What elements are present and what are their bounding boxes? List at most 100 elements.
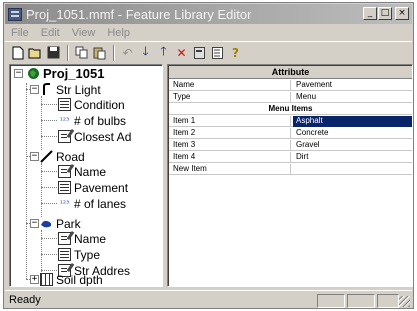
menu-edit[interactable]: Edit — [41, 27, 60, 39]
grid-cell-label: Name — [171, 80, 291, 91]
menu-help[interactable]: Help — [107, 27, 130, 39]
grid-cell-label: New Item — [171, 164, 291, 175]
collapse-feature-icon[interactable]: − — [30, 152, 39, 161]
tree-connector — [41, 120, 57, 121]
delete-icon[interactable]: ✕ — [173, 44, 190, 61]
maximize-icon[interactable]: □ — [378, 7, 392, 20]
tree-feature-park[interactable]: Park — [40, 216, 81, 231]
window-controls: _ □ × — [363, 7, 409, 20]
tree-attribute-label: # of lanes — [74, 196, 127, 211]
grid-cell-value[interactable]: Menu — [293, 92, 412, 103]
menu-file[interactable]: File — [11, 27, 29, 39]
arrow-down-icon[interactable]: 🡓 — [137, 44, 154, 61]
tree-connector — [41, 136, 57, 137]
title-bar[interactable]: Proj_1051.mmf - Feature Library Editor _… — [5, 4, 412, 24]
toolbar-separator — [67, 44, 69, 61]
menu-attribute-icon — [58, 248, 71, 261]
grid-cell-value[interactable]: Pavement — [293, 80, 412, 91]
grid-cell-value[interactable]: Dirt — [293, 152, 412, 163]
status-text: Ready — [9, 293, 41, 306]
menu-view[interactable]: View — [72, 27, 96, 39]
status-panel — [377, 294, 399, 308]
tree-attribute-label: Closest Ad — [74, 129, 132, 144]
grid-cell-value[interactable]: Gravel — [293, 140, 412, 151]
close-icon[interactable]: × — [395, 7, 409, 20]
grid-row-type[interactable]: Type Menu — [169, 92, 412, 103]
menu-bar: File Edit View Help — [5, 25, 412, 41]
tree-attribute-label: Type — [74, 247, 101, 262]
copy-icon[interactable] — [73, 44, 90, 61]
new-file-icon[interactable] — [9, 44, 26, 61]
tree-connector — [41, 254, 57, 255]
tree-connector — [26, 83, 27, 279]
grid-row-item-4[interactable]: Item 4 Dirt — [169, 152, 412, 163]
tree-attribute-pavement[interactable]: Pavement — [58, 180, 128, 195]
print-icon[interactable] — [209, 44, 226, 61]
properties-icon[interactable] — [191, 44, 208, 61]
grid-feature-icon — [40, 273, 53, 286]
grid-cell-label: Item 4 — [171, 152, 291, 163]
grid-header: Attribute — [169, 66, 412, 79]
line-feature-icon — [40, 150, 53, 163]
grid-cell-label: Type — [171, 92, 291, 103]
tree-feature-road[interactable]: Road — [40, 149, 85, 164]
tree-attribute-num-lanes[interactable]: ¹²³ # of lanes — [58, 196, 126, 211]
arrow-up-icon[interactable]: 🡑 — [155, 44, 172, 61]
grid-cell-label: Item 1 — [171, 116, 291, 127]
tree-attribute-park-name[interactable]: Name — [58, 231, 106, 246]
attribute-grid[interactable]: Attribute Name Pavement Type Menu Menu I… — [167, 64, 413, 287]
expand-feature-icon[interactable]: + — [30, 275, 39, 284]
menu-attribute-icon — [58, 98, 71, 111]
grid-row-item-2[interactable]: Item 2 Concrete — [169, 128, 412, 139]
tree-feature-str-light[interactable]: Str Light — [40, 82, 101, 97]
status-panel — [317, 294, 345, 308]
tree-attribute-label: Pavement — [74, 180, 129, 195]
tree-feature-label: Park — [56, 216, 81, 231]
tree-attribute-num-bulbs[interactable]: ¹²³ # of bulbs — [58, 113, 126, 128]
feature-tree[interactable]: − Proj_1051 − Str Light Condition ¹²³ # … — [9, 64, 163, 287]
paste-icon[interactable] — [91, 44, 108, 61]
save-icon[interactable] — [45, 44, 62, 61]
status-panel — [347, 294, 375, 308]
toolbar-separator — [113, 44, 115, 61]
resize-grip-icon[interactable] — [399, 296, 410, 307]
tree-connector — [41, 203, 57, 204]
minimize-icon[interactable]: _ — [363, 7, 377, 20]
collapse-root-icon[interactable]: − — [14, 69, 23, 78]
project-icon — [27, 67, 40, 80]
app-icon[interactable] — [8, 7, 22, 21]
tree-feature-label: Soil dpth — [56, 272, 103, 287]
undo-icon[interactable]: ↶ — [119, 44, 136, 61]
tree-connector — [41, 270, 57, 271]
tree-root[interactable]: Proj_1051 — [27, 66, 104, 81]
grid-row-item-1[interactable]: Item 1 Asphalt — [169, 116, 412, 127]
tree-attribute-label: Name — [74, 164, 107, 179]
grid-cell-value-selected[interactable]: Asphalt — [293, 116, 412, 127]
help-icon[interactable]: ? — [227, 44, 244, 61]
text-attribute-icon — [58, 232, 71, 245]
tree-connector — [41, 238, 57, 239]
grid-row-item-3[interactable]: Item 3 Gravel — [169, 140, 412, 151]
tree-feature-label: Road — [56, 149, 85, 164]
tree-feature-soil-dpth[interactable]: Soil dpth — [40, 272, 103, 287]
collapse-feature-icon[interactable]: − — [30, 85, 39, 94]
tree-attribute-closest-ad[interactable]: Closest Ad — [58, 129, 131, 144]
tree-connector — [41, 187, 57, 188]
grid-cell-value[interactable]: Concrete — [293, 128, 412, 139]
tree-attribute-name[interactable]: Name — [58, 164, 106, 179]
tree-attribute-type[interactable]: Type — [58, 247, 100, 262]
area-feature-icon — [40, 217, 53, 230]
grid-row-name[interactable]: Name Pavement — [169, 80, 412, 91]
tree-attribute-condition[interactable]: Condition — [58, 97, 125, 112]
tree-attribute-label: Condition — [74, 97, 125, 112]
grid-section-menu-items: Menu Items — [169, 104, 412, 115]
grid-row-new-item[interactable]: New Item — [169, 164, 412, 175]
grid-cell-value[interactable] — [293, 164, 412, 175]
status-bar: Ready — [5, 290, 412, 308]
collapse-feature-icon[interactable]: − — [30, 219, 39, 228]
open-folder-icon[interactable] — [27, 44, 44, 61]
tree-connector — [41, 104, 57, 105]
numeric-attribute-icon: ¹²³ — [59, 116, 70, 125]
numeric-attribute-icon: ¹²³ — [59, 199, 70, 208]
tree-attribute-label: # of bulbs — [74, 113, 127, 128]
